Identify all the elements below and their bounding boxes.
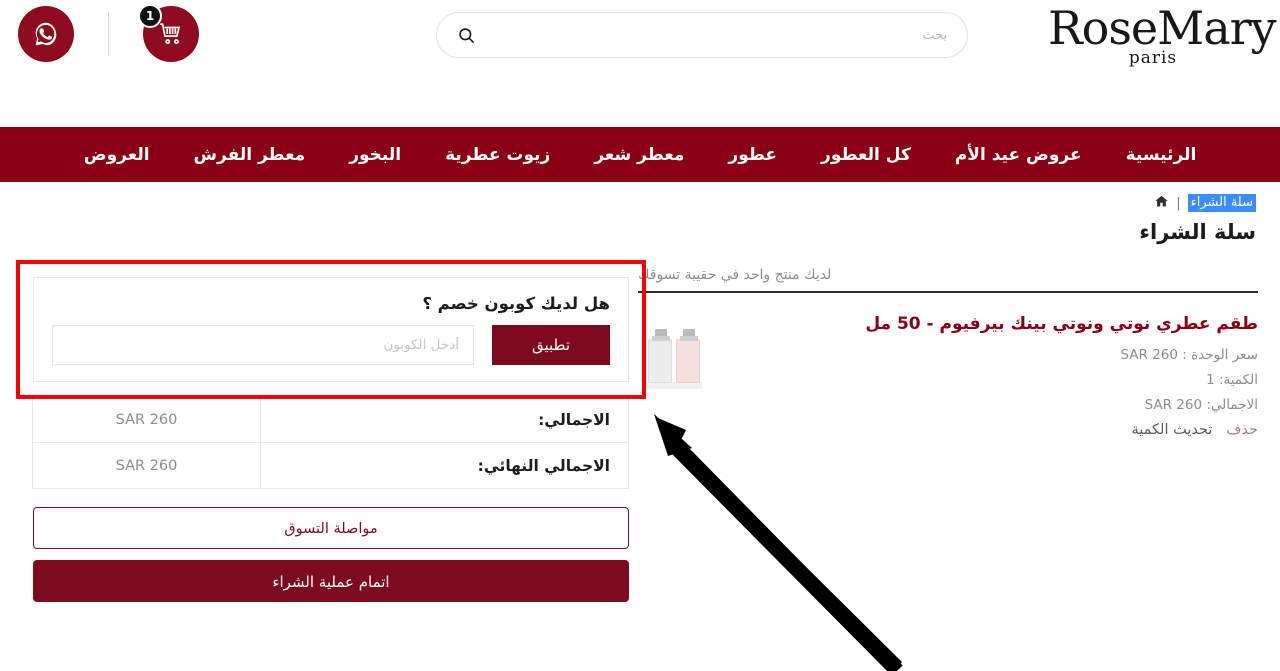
cart-summary-note: لديك منتج واحد في حقيبة تسوقك <box>638 267 832 283</box>
nav-item-hair-mist[interactable]: معطر شعر <box>572 145 706 165</box>
search-input[interactable] <box>476 27 947 43</box>
update-quantity-link[interactable]: تحديث الكمية <box>1132 422 1213 438</box>
apply-coupon-button[interactable]: تطبيق <box>492 325 610 365</box>
header-divider <box>108 12 109 56</box>
cart-item-total: الاجمالي: SAR 260 <box>1144 397 1258 414</box>
main-navigation: الرئيسية عروض عيد الأم كل العطور عطور مع… <box>0 127 1280 182</box>
grandtotal-value: SAR 260 <box>32 442 261 489</box>
nav-item-fragrance-oils[interactable]: زيوت عطرية <box>423 145 572 165</box>
breadcrumb-separator: | <box>1176 195 1181 211</box>
subtotal-label: الاجمالي: <box>260 396 629 443</box>
shopping-cart-icon <box>160 23 181 45</box>
nav-item-alraisia[interactable]: الرئيسية <box>1104 145 1219 165</box>
table-row: الاجمالي: SAR 260 <box>32 396 629 443</box>
page-title: سلة الشراء <box>1139 220 1256 244</box>
search-bar[interactable] <box>436 12 968 58</box>
cart-item-actions: حذف تحديث الكمية <box>726 422 1259 438</box>
grandtotal-label: الاجمالي النهائي: <box>260 442 629 489</box>
perfume-bottles-image[interactable] <box>638 313 710 397</box>
nav-item-bed-mist[interactable]: معطر الفرش <box>172 145 328 165</box>
logo-wordmark: RoseMary <box>1048 1 1277 55</box>
bottle-pink-icon <box>676 329 700 383</box>
nav-item-bakhour[interactable]: البخور <box>327 145 423 165</box>
cart-item-unit-price: سعر الوحدة : SAR 260 <box>1120 347 1258 364</box>
table-row: الاجمالي النهائي: SAR 260 <box>32 442 629 489</box>
nav-item-perfumes[interactable]: عطور <box>706 145 799 165</box>
annotation-arrow <box>654 414 903 671</box>
cart-item-details: طقم عطري نوتي ونوتي بينك بيرفيوم - 50 مل… <box>726 313 1258 438</box>
continue-shopping-button[interactable]: مواصلة التسوق <box>33 507 629 549</box>
cart-items-column: لديك منتج واحد في حقيبة تسوقك طقم عطري ن… <box>638 267 1258 438</box>
site-logo[interactable]: RoseMary paris <box>1048 1 1277 69</box>
coupon-heading: هل لديك كوبون خصم ؟ <box>422 294 610 313</box>
whatsapp-icon <box>35 22 57 46</box>
whatsapp-button[interactable] <box>18 6 74 62</box>
bottle-white-icon <box>648 329 672 383</box>
site-header: 1 RoseMary paris <box>0 0 1280 110</box>
order-totals-table: الاجمالي: SAR 260 الاجمالي النهائي: SAR … <box>32 396 629 489</box>
header-icon-group: 1 <box>18 4 199 62</box>
nav-item-all-perfumes[interactable]: كل العطور <box>799 145 933 165</box>
nav-item-mothers-day[interactable]: عروض عيد الأم <box>933 145 1104 165</box>
delete-item-link[interactable]: حذف <box>1226 422 1258 438</box>
cart-line-item: طقم عطري نوتي ونوتي بينك بيرفيوم - 50 مل… <box>638 293 1258 438</box>
coupon-form-row: تطبيق <box>52 325 610 365</box>
coupon-code-input[interactable] <box>52 325 474 365</box>
cart-button[interactable]: 1 <box>138 4 199 62</box>
subtotal-value: SAR 260 <box>32 396 261 443</box>
thumb-shadow <box>646 382 702 389</box>
nav-item-offers[interactable]: العروض <box>62 145 172 165</box>
home-icon[interactable] <box>1154 194 1169 212</box>
cart-badge-count: 1 <box>138 4 162 28</box>
coupon-section: هل لديك كوبون خصم ؟ تطبيق <box>33 277 629 382</box>
breadcrumb: سلة الشراء | <box>1154 194 1256 213</box>
cart-item-title[interactable]: طقم عطري نوتي ونوتي بينك بيرفيوم - 50 مل <box>726 313 1258 335</box>
order-summary-column: هل لديك كوبون خصم ؟ تطبيق الاجمالي: SAR … <box>16 260 646 602</box>
breadcrumb-current[interactable]: سلة الشراء <box>1187 194 1256 213</box>
checkout-button[interactable]: اتمام عملية الشراء <box>33 560 629 602</box>
cart-action-buttons: مواصلة التسوق اتمام عملية الشراء <box>33 507 629 602</box>
page-root: 1 RoseMary paris <box>0 0 1280 671</box>
cart-item-quantity: الكمية: 1 <box>1206 372 1258 389</box>
search-icon[interactable] <box>457 26 476 45</box>
